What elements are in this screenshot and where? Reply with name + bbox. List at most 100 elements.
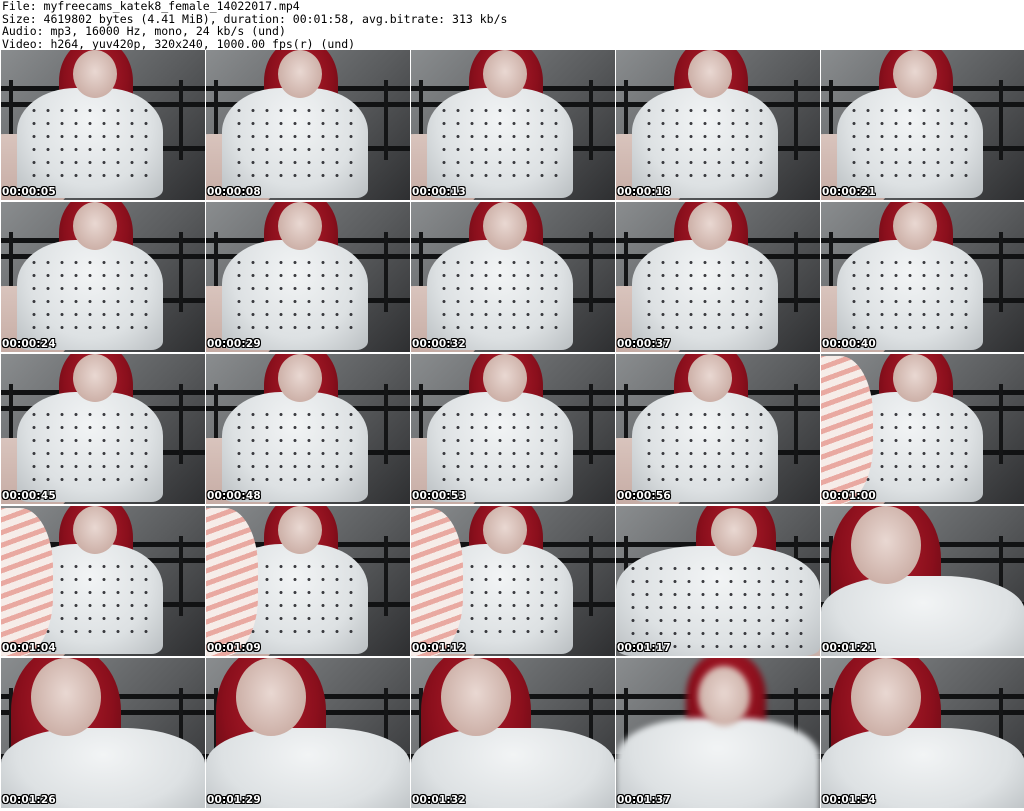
video-thumbnail: 00:00:56 xyxy=(616,354,820,504)
video-thumbnail: 00:00:53 xyxy=(411,354,615,504)
face-shape xyxy=(688,354,732,402)
bed-post xyxy=(999,80,1003,160)
video-thumbnail: 00:00:32 xyxy=(411,202,615,352)
bed-post xyxy=(384,536,388,616)
timestamp-label: 00:00:45 xyxy=(2,490,56,502)
video-thumbnail: 00:01:29 xyxy=(206,658,410,808)
sweater-dots-pattern xyxy=(232,408,358,488)
video-thumbnail: 00:01:09 xyxy=(206,506,410,656)
sweater-dots-pattern xyxy=(626,562,806,652)
striped-sock-shape xyxy=(206,508,258,656)
bed-post xyxy=(999,384,1003,464)
sweater-dots-pattern xyxy=(27,408,153,488)
timestamp-label: 00:01:29 xyxy=(207,794,261,806)
timestamp-label: 00:01:32 xyxy=(412,794,466,806)
sweater-dots-pattern xyxy=(27,256,153,336)
video-thumbnail: 00:00:08 xyxy=(206,50,410,200)
bed-post xyxy=(794,80,798,160)
timestamp-label: 00:01:54 xyxy=(822,794,876,806)
video-thumbnail: 00:00:45 xyxy=(1,354,205,504)
face-shape xyxy=(483,506,527,554)
face-shape xyxy=(441,658,511,736)
video-thumbnail: 00:01:26 xyxy=(1,658,205,808)
timestamp-label: 00:00:29 xyxy=(207,338,261,350)
striped-sock-shape xyxy=(411,508,463,656)
face-shape xyxy=(73,506,117,554)
timestamp-label: 00:00:40 xyxy=(822,338,876,350)
sweater-dots-pattern xyxy=(232,256,358,336)
sweater-dots-pattern xyxy=(27,104,153,184)
sweater-dots-pattern xyxy=(847,256,973,336)
timestamp-label: 00:01:09 xyxy=(207,642,261,654)
video-thumbnail: 00:00:48 xyxy=(206,354,410,504)
video-thumbnail: 00:00:40 xyxy=(821,202,1024,352)
video-info-line: Video: h264, yuv420p, 320x240, 1000.00 f… xyxy=(2,36,356,51)
video-thumbnail: 00:00:05 xyxy=(1,50,205,200)
timestamp-label: 00:01:12 xyxy=(412,642,466,654)
face-shape xyxy=(698,666,750,726)
face-shape xyxy=(278,202,322,250)
face-shape xyxy=(483,50,527,98)
video-thumbnail: 00:00:13 xyxy=(411,50,615,200)
bed-post xyxy=(179,80,183,160)
file-info-header: File: myfreecams_katek8_female_14022017.… xyxy=(0,0,1024,50)
video-thumbnail: 00:01:21 xyxy=(821,506,1024,656)
face-shape xyxy=(893,354,937,402)
video-thumbnail: 00:00:21 xyxy=(821,50,1024,200)
timestamp-label: 00:00:53 xyxy=(412,490,466,502)
striped-sock-shape xyxy=(821,356,873,504)
video-thumbnail: 00:01:17 xyxy=(616,506,820,656)
sweater-dots-pattern xyxy=(437,104,563,184)
timestamp-label: 00:00:56 xyxy=(617,490,671,502)
face-shape xyxy=(688,202,732,250)
bed-post xyxy=(589,536,593,616)
bed-post xyxy=(999,232,1003,312)
video-thumbnail: 00:01:00 xyxy=(821,354,1024,504)
timestamp-label: 00:01:26 xyxy=(2,794,56,806)
bed-post xyxy=(179,536,183,616)
timestamp-label: 00:01:00 xyxy=(822,490,876,502)
face-shape xyxy=(483,202,527,250)
timestamp-label: 00:00:08 xyxy=(207,186,261,198)
face-shape xyxy=(278,506,322,554)
timestamp-label: 00:00:18 xyxy=(617,186,671,198)
bed-post xyxy=(384,232,388,312)
timestamp-label: 00:00:37 xyxy=(617,338,671,350)
face-shape xyxy=(73,50,117,98)
bed-post xyxy=(384,80,388,160)
sweater-dots-pattern xyxy=(642,104,768,184)
video-thumbnail: 00:00:18 xyxy=(616,50,820,200)
audio-info-line: Audio: mp3, 16000 Hz, mono, 24 kb/s (und… xyxy=(2,24,286,38)
bed-post xyxy=(589,384,593,464)
face-shape xyxy=(278,50,322,98)
video-thumbnail: 00:01:37 xyxy=(616,658,820,808)
video-thumbnail: 00:01:04 xyxy=(1,506,205,656)
face-shape xyxy=(236,658,306,736)
sweater-dots-pattern xyxy=(437,408,563,488)
face-shape xyxy=(73,202,117,250)
bed-post xyxy=(589,80,593,160)
timestamp-label: 00:00:05 xyxy=(2,186,56,198)
video-thumbnail: 00:00:24 xyxy=(1,202,205,352)
bed-post xyxy=(179,232,183,312)
face-shape xyxy=(31,658,101,736)
bed-post xyxy=(794,384,798,464)
bed-post xyxy=(179,384,183,464)
face-shape xyxy=(711,508,757,556)
timestamp-label: 00:01:17 xyxy=(617,642,671,654)
bed-post xyxy=(589,232,593,312)
face-shape xyxy=(688,50,732,98)
video-thumbnail: 00:01:12 xyxy=(411,506,615,656)
timestamp-label: 00:00:32 xyxy=(412,338,466,350)
sweater-dots-pattern xyxy=(847,104,973,184)
timestamp-label: 00:00:21 xyxy=(822,186,876,198)
bed-post xyxy=(794,232,798,312)
face-shape xyxy=(893,202,937,250)
face-shape xyxy=(851,506,921,584)
sweater-dots-pattern xyxy=(642,408,768,488)
face-shape xyxy=(483,354,527,402)
face-shape xyxy=(278,354,322,402)
timestamp-label: 00:00:48 xyxy=(207,490,261,502)
timestamp-label: 00:00:13 xyxy=(412,186,466,198)
face-shape xyxy=(851,658,921,736)
